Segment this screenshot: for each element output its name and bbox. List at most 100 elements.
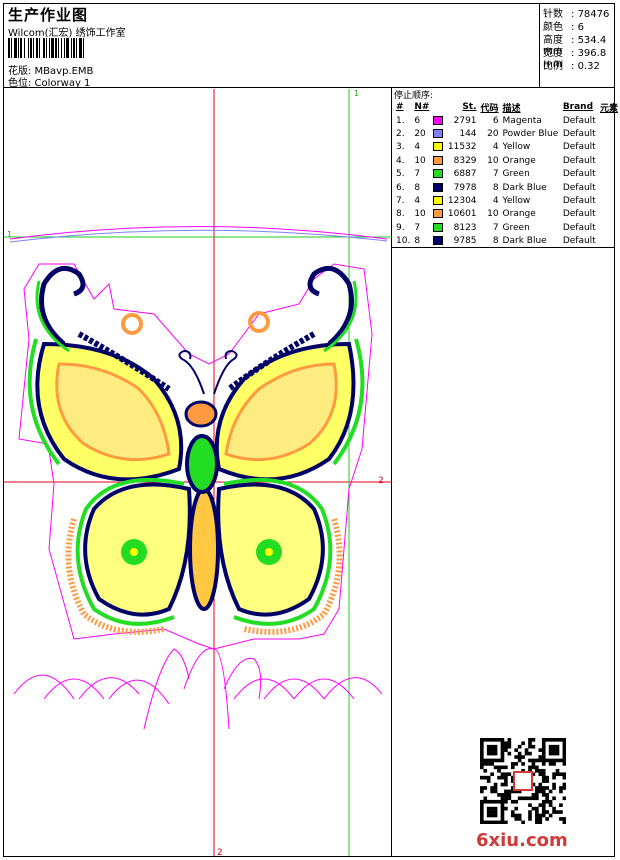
row-brand: Default: [562, 155, 596, 166]
row-index: 1.: [396, 115, 405, 126]
row-code: 7: [492, 169, 499, 180]
thread-row: 5. 7 6887 7 Green Default: [394, 168, 620, 181]
qr-code-image: [480, 738, 566, 824]
color-swatch: [433, 169, 444, 179]
guide-label-v1: 1: [354, 89, 359, 98]
row-swatch: [431, 181, 445, 194]
body-abdomen: [188, 487, 220, 611]
row-description: Yellow: [502, 142, 531, 153]
thread-row: 1. 6 2791 6 Magenta Default: [394, 114, 620, 127]
row-index: 10.: [396, 236, 411, 247]
col-index: #: [396, 102, 404, 112]
antenna-left: [178, 349, 205, 395]
row-description: Orange: [502, 209, 536, 220]
row-element: [598, 127, 620, 140]
row-description: Green: [502, 169, 530, 180]
top-arc-inner: [9, 229, 388, 243]
row-index: 4.: [396, 155, 405, 166]
row-code: 4: [492, 142, 499, 153]
row-code: 10: [487, 209, 499, 220]
row-code: 20: [487, 129, 499, 140]
divider-header: [3, 87, 615, 88]
row-stitches: 8329: [453, 155, 477, 166]
row-element: [598, 221, 620, 234]
col-stitches: St.: [462, 102, 477, 112]
row-swatch: [431, 221, 445, 234]
row-swatch: [431, 168, 445, 181]
row-brand: Default: [562, 169, 596, 180]
row-stitches: 12304: [447, 196, 477, 207]
row-description: Orange: [502, 155, 536, 166]
row-code: 4: [492, 196, 499, 207]
row-index: 2.: [396, 129, 405, 140]
color-swatch: [433, 236, 444, 246]
row-stitches: 6887: [453, 169, 477, 180]
row-code: 8: [492, 182, 499, 193]
page-title: 生产作业图: [8, 6, 89, 24]
color-swatch: [433, 222, 444, 232]
col-swatch: [431, 100, 445, 114]
row-swatch: [431, 154, 445, 167]
row-element: [598, 114, 620, 127]
color-swatch: [433, 115, 444, 125]
row-index: 7.: [396, 196, 405, 207]
row-element: [598, 168, 620, 181]
row-index: 5.: [396, 169, 405, 180]
row-code: 7: [492, 222, 499, 233]
row-needle: 8: [414, 236, 421, 247]
row-description: Dark Blue: [502, 236, 547, 247]
row-code: 6: [492, 115, 499, 126]
row-swatch: [431, 208, 445, 221]
guide-label-v2: 2: [217, 848, 223, 856]
row-brand: Default: [562, 209, 596, 220]
row-element: [598, 154, 620, 167]
row-needle: 6: [414, 115, 421, 126]
row-swatch: [431, 141, 445, 154]
bottom-arches: [13, 648, 383, 730]
flower-left-center: [130, 548, 138, 556]
watermark-logo: 6xiu.com: [476, 830, 568, 851]
row-element: [598, 181, 620, 194]
row-needle: 8: [414, 182, 421, 193]
row-description: Green: [502, 222, 530, 233]
embroidery-preview: 1 1 2 2: [4, 89, 392, 856]
row-description: Magenta: [502, 115, 542, 126]
color-swatch: [433, 196, 444, 206]
row-brand: Default: [562, 222, 596, 233]
row-stitches: 7978: [453, 182, 477, 193]
row-swatch: [431, 114, 445, 127]
row-needle: 4: [414, 142, 421, 153]
row-stitches: 8123: [453, 222, 477, 233]
row-brand: Default: [562, 142, 596, 153]
row-code: 10: [487, 155, 499, 166]
row-brand: Default: [562, 236, 596, 247]
row-brand: Default: [562, 129, 596, 140]
row-element: [598, 208, 620, 221]
thread-table-header: # N# St. 代码 描述 Brand 元素: [394, 100, 620, 114]
row-brand: Default: [562, 115, 596, 126]
row-index: 6.: [396, 182, 405, 193]
flower-right-center: [265, 548, 273, 556]
row-description: Dark Blue: [502, 182, 547, 193]
row-stitches: 9785: [453, 236, 477, 247]
barcode-image: [8, 38, 84, 58]
thread-row: 3. 4 11532 4 Yellow Default: [394, 141, 620, 154]
thread-row: 8. 10 10601 10 Orange Default: [394, 208, 620, 221]
body-thorax: [185, 434, 219, 494]
row-brand: Default: [562, 196, 596, 207]
row-swatch: [431, 194, 445, 207]
col-code: 代码: [480, 103, 499, 114]
row-description: Powder Blue: [502, 129, 559, 140]
col-element: 元素: [599, 103, 618, 114]
row-swatch: [431, 127, 445, 140]
color-swatch: [433, 155, 444, 165]
col-needle: N#: [414, 102, 430, 112]
color-swatch: [433, 129, 444, 139]
guide-label-h2: 2: [378, 476, 384, 486]
thread-row: 9. 7 8123 7 Green Default: [394, 221, 620, 234]
row-index: 9.: [396, 222, 405, 233]
row-stitches: 2791: [453, 115, 477, 126]
thread-row: 7. 4 12304 4 Yellow Default: [394, 194, 620, 207]
divider-stats: [539, 3, 540, 87]
body-head: [184, 400, 218, 428]
